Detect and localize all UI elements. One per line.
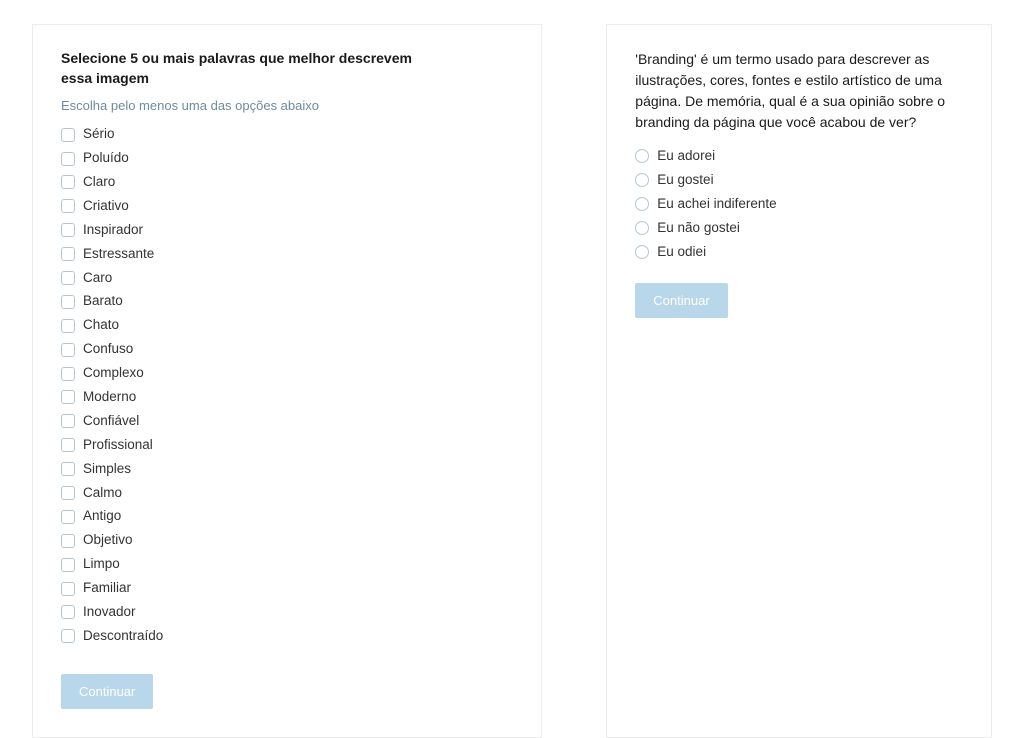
radio-icon xyxy=(635,197,649,211)
checkbox-icon xyxy=(61,175,75,189)
question-instruction: Escolha pelo menos uma das opções abaixo xyxy=(61,98,513,113)
checkbox-icon xyxy=(61,223,75,237)
option-label: Eu gostei xyxy=(657,171,713,190)
checkbox-option[interactable]: Objetivo xyxy=(61,531,513,550)
radio-option[interactable]: Eu gostei xyxy=(635,171,963,190)
option-label: Limpo xyxy=(83,555,120,574)
checkbox-option[interactable]: Claro xyxy=(61,173,513,192)
checkbox-icon xyxy=(61,558,75,572)
checkbox-option[interactable]: Moderno xyxy=(61,388,513,407)
option-label: Criativo xyxy=(83,197,129,216)
radio-icon xyxy=(635,221,649,235)
option-label: Moderno xyxy=(83,388,136,407)
option-label: Caro xyxy=(83,269,112,288)
checkbox-option[interactable]: Barato xyxy=(61,292,513,311)
option-label: Eu não gostei xyxy=(657,219,740,238)
checkbox-option[interactable]: Descontraído xyxy=(61,627,513,646)
option-label: Confiável xyxy=(83,412,139,431)
checkbox-icon xyxy=(61,534,75,548)
continue-button[interactable]: Continuar xyxy=(635,283,727,318)
checkbox-option[interactable]: Inovador xyxy=(61,603,513,622)
checkbox-option[interactable]: Simples xyxy=(61,460,513,479)
checkbox-icon xyxy=(61,128,75,142)
option-label: Poluído xyxy=(83,149,129,168)
option-label: Chato xyxy=(83,316,119,335)
checkbox-option[interactable]: Familiar xyxy=(61,579,513,598)
checkbox-icon xyxy=(61,486,75,500)
radio-icon xyxy=(635,173,649,187)
question-card-words: Selecione 5 ou mais palavras que melhor … xyxy=(32,24,542,738)
checkbox-icon xyxy=(61,438,75,452)
checkbox-icon xyxy=(61,295,75,309)
checkbox-icon xyxy=(61,582,75,596)
option-label: Claro xyxy=(83,173,115,192)
checkbox-icon xyxy=(61,319,75,333)
checkbox-option[interactable]: Confuso xyxy=(61,340,513,359)
option-label: Inovador xyxy=(83,603,136,622)
checkbox-option[interactable]: Poluído xyxy=(61,149,513,168)
checkbox-option[interactable]: Criativo xyxy=(61,197,513,216)
checkbox-icon xyxy=(61,247,75,261)
option-label: Profissional xyxy=(83,436,153,455)
option-label: Eu odiei xyxy=(657,243,706,262)
option-label: Estressante xyxy=(83,245,154,264)
radio-option[interactable]: Eu não gostei xyxy=(635,219,963,238)
option-label: Simples xyxy=(83,460,131,479)
checkbox-icon xyxy=(61,390,75,404)
checkbox-option[interactable]: Estressante xyxy=(61,245,513,264)
radio-option-list: Eu adorei Eu gostei Eu achei indiferente… xyxy=(635,147,963,261)
question-card-branding: 'Branding' é um termo usado para descrev… xyxy=(606,24,992,738)
radio-option[interactable]: Eu adorei xyxy=(635,147,963,166)
checkbox-option[interactable]: Profissional xyxy=(61,436,513,455)
checkbox-option[interactable]: Confiável xyxy=(61,412,513,431)
checkbox-option[interactable]: Antigo xyxy=(61,507,513,526)
option-label: Descontraído xyxy=(83,627,163,646)
option-label: Confuso xyxy=(83,340,133,359)
radio-icon xyxy=(635,245,649,259)
question-title: Selecione 5 ou mais palavras que melhor … xyxy=(61,49,431,88)
option-label: Sério xyxy=(83,125,115,144)
checkbox-icon xyxy=(61,414,75,428)
checkbox-icon xyxy=(61,462,75,476)
checkbox-icon xyxy=(61,271,75,285)
checkbox-option[interactable]: Complexo xyxy=(61,364,513,383)
checkbox-option[interactable]: Chato xyxy=(61,316,513,335)
checkbox-icon xyxy=(61,343,75,357)
checkbox-icon xyxy=(61,510,75,524)
option-label: Eu adorei xyxy=(657,147,715,166)
checkbox-icon xyxy=(61,605,75,619)
option-label: Calmo xyxy=(83,484,122,503)
checkbox-option[interactable]: Sério xyxy=(61,125,513,144)
option-label: Inspirador xyxy=(83,221,143,240)
radio-icon xyxy=(635,149,649,163)
checkbox-icon xyxy=(61,367,75,381)
checkbox-option[interactable]: Inspirador xyxy=(61,221,513,240)
radio-option[interactable]: Eu odiei xyxy=(635,243,963,262)
continue-button[interactable]: Continuar xyxy=(61,674,153,709)
option-label: Familiar xyxy=(83,579,131,598)
option-label: Complexo xyxy=(83,364,144,383)
option-label: Objetivo xyxy=(83,531,133,550)
radio-option[interactable]: Eu achei indiferente xyxy=(635,195,963,214)
checkbox-icon xyxy=(61,199,75,213)
checkbox-icon xyxy=(61,152,75,166)
question-title: 'Branding' é um termo usado para descrev… xyxy=(635,49,963,133)
checkbox-option[interactable]: Caro xyxy=(61,269,513,288)
checkbox-option[interactable]: Calmo xyxy=(61,484,513,503)
checkbox-icon xyxy=(61,629,75,643)
option-label: Eu achei indiferente xyxy=(657,195,776,214)
checkbox-option-list: Sério Poluído Claro Criativo Inspirador … xyxy=(61,125,513,646)
option-label: Antigo xyxy=(83,507,121,526)
option-label: Barato xyxy=(83,292,123,311)
checkbox-option[interactable]: Limpo xyxy=(61,555,513,574)
